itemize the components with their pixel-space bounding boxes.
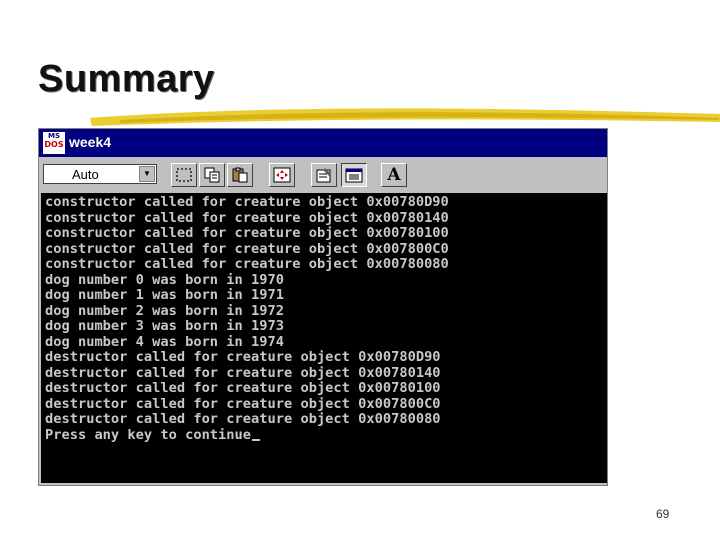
font-icon: A [387, 165, 401, 185]
background-icon [345, 168, 363, 183]
properties-button[interactable] [311, 163, 337, 187]
console-line: constructor called for creature object 0… [45, 240, 449, 257]
window-title: week4 [69, 134, 112, 150]
font-button[interactable]: A [381, 163, 407, 187]
console-line: destructor called for creature object 0x… [45, 395, 441, 412]
paste-button[interactable] [227, 163, 253, 187]
console-line: destructor called for creature object 0x… [45, 380, 441, 396]
console-line: destructor called for creature object 0x… [45, 364, 441, 381]
window-titlebar[interactable]: MS DOS week4 [39, 129, 607, 157]
font-size-select[interactable]: Auto ▼ [43, 164, 157, 184]
console-line: destructor called for creature object 0x… [45, 349, 441, 365]
console-prompt-line: Press any key to continue [45, 426, 261, 444]
text-cursor [252, 438, 261, 441]
console-prompt-text: Press any key to continue [45, 426, 252, 443]
console-line: destructor called for creature object 0x… [45, 411, 441, 427]
fullscreen-icon [273, 167, 291, 183]
console-line: constructor called for creature object 0… [45, 194, 449, 210]
console-line: dog number 4 was born in 1974 [45, 333, 284, 350]
dotted-rect-icon [176, 168, 192, 182]
msdos-window[interactable]: MS DOS week4 Auto ▼ A constructor called… [38, 128, 608, 486]
properties-icon [316, 168, 331, 183]
slide-title: Summary [38, 58, 215, 100]
logo-top-text: MS [47, 132, 60, 140]
copy-button[interactable] [199, 163, 225, 187]
console-line: dog number 0 was born in 1970 [45, 271, 284, 288]
console-line: constructor called for creature object 0… [45, 256, 449, 272]
console-line: constructor called for creature object 0… [45, 209, 449, 226]
toolbar: Auto ▼ A [39, 157, 607, 193]
font-size-value: Auto [72, 167, 99, 182]
console-line: dog number 1 was born in 1971 [45, 287, 284, 303]
logo-bottom-text: DOS [44, 140, 64, 149]
paste-icon [232, 167, 248, 183]
console-line: constructor called for creature object 0… [45, 225, 449, 241]
console-line: dog number 3 was born in 1973 [45, 318, 284, 334]
fullscreen-button[interactable] [269, 163, 295, 187]
mark-button[interactable] [171, 163, 197, 187]
copy-icon [204, 167, 220, 183]
background-button[interactable] [341, 163, 367, 187]
page-number: 69 [656, 507, 670, 521]
console-line: dog number 2 was born in 1972 [45, 302, 284, 319]
msdos-logo-icon[interactable]: MS DOS [43, 132, 65, 154]
console-output[interactable]: constructor called for creature object 0… [41, 193, 607, 483]
chevron-down-icon[interactable]: ▼ [139, 166, 155, 182]
